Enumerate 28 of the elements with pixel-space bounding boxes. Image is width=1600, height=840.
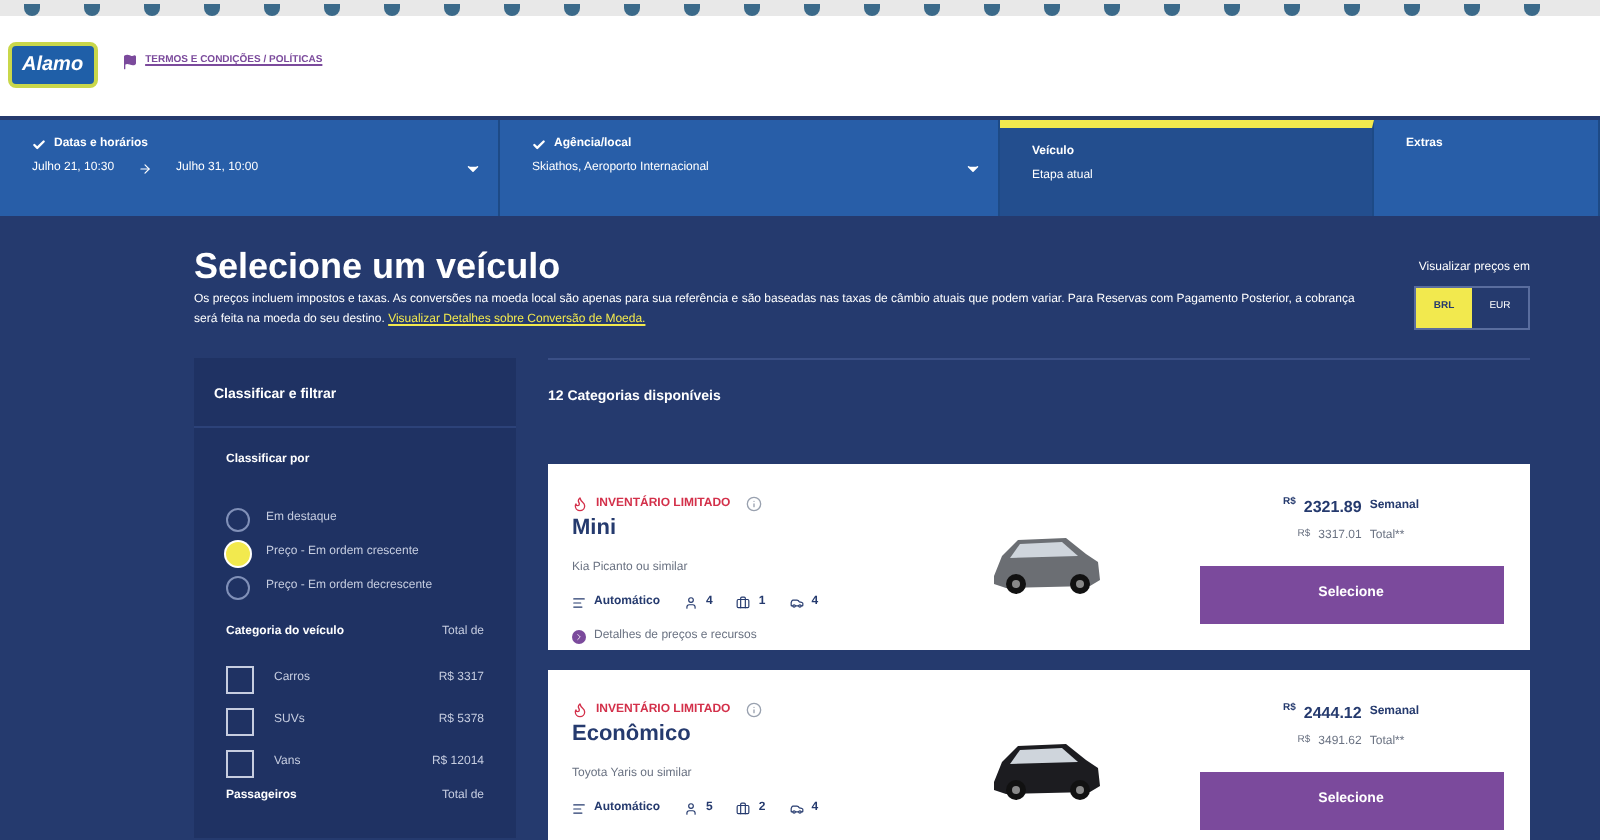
flag-icon <box>121 54 138 70</box>
info-icon <box>746 496 763 512</box>
info-icon <box>746 702 763 718</box>
bag-icon <box>736 801 751 816</box>
flame-icon <box>572 702 588 718</box>
vehicle-category: Econômico <box>572 722 693 750</box>
transmission-icon <box>572 801 586 816</box>
car-icon <box>789 595 804 610</box>
arrow-icon <box>138 162 153 176</box>
person-icon <box>684 595 698 610</box>
weekly-price: 2321.89 <box>1303 496 1362 520</box>
caret-icon[interactable] <box>464 160 482 178</box>
radio-button[interactable] <box>226 575 250 599</box>
person-icon <box>684 801 698 816</box>
flame-icon <box>572 496 588 512</box>
brand-logo[interactable]: Alamo <box>8 42 98 88</box>
bag-icon <box>736 595 751 610</box>
caret-icon[interactable] <box>964 160 982 178</box>
checkbox[interactable] <box>226 707 254 735</box>
vehicle-category: Mini <box>572 516 618 544</box>
checkbox[interactable] <box>226 665 254 693</box>
transmission-icon <box>572 595 586 610</box>
weekly-price: 2444.12 <box>1303 702 1362 726</box>
page-title: Selecione um veículo <box>194 244 563 289</box>
checkbox[interactable] <box>226 749 254 777</box>
chevron-icon <box>572 629 586 644</box>
car-icon <box>789 801 804 816</box>
radio-button[interactable] <box>226 507 250 531</box>
